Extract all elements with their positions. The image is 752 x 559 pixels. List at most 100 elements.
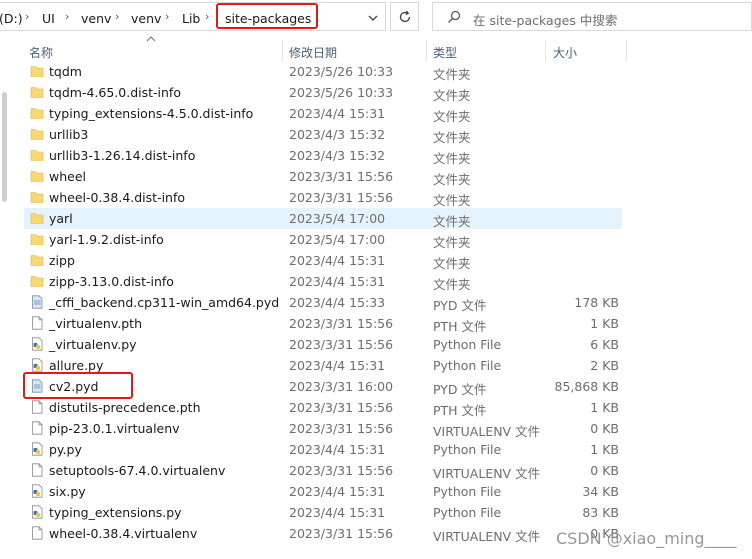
file-row[interactable]: zipp 2023/4/4 15:31 文件夹 <box>0 250 752 271</box>
folder-icon <box>30 190 44 204</box>
folder-icon <box>30 169 44 183</box>
file-row[interactable]: wheel-0.38.4.dist-info 2023/3/31 15:56 文件夹 <box>0 187 752 208</box>
file-row[interactable]: yarl-1.9.2.dist-info 2023/5/4 17:00 文件夹 <box>0 229 752 250</box>
file-row[interactable]: _virtualenv.pth 2023/3/31 15:56 PTH 文件 1 KB <box>0 313 752 334</box>
column-header-size[interactable]: 大小 <box>553 44 577 61</box>
chevron-right-icon[interactable]: › <box>115 10 119 23</box>
file-type: 文件夹 <box>433 235 471 250</box>
file-row[interactable]: pip-23.0.1.virtualenv 2023/3/31 15:56 VIRT… <box>0 418 752 439</box>
file-modified-date: 2023/4/4 15:31 <box>289 106 386 121</box>
file-row[interactable]: _virtualenv.py 2023/3/31 15:56 Python File… <box>0 334 752 355</box>
column-header-type[interactable]: 类型 <box>433 44 457 61</box>
breadcrumb-lib[interactable]: Lib <box>182 11 200 26</box>
file-row[interactable]: tqdm-4.65.0.dist-info 2023/5/26 10:33 文件夹 <box>0 82 752 103</box>
file-name: typing_extensions-4.5.0.dist-info <box>49 106 254 121</box>
folder-icon <box>30 274 44 288</box>
python-file-icon <box>30 358 44 372</box>
chevron-right-icon[interactable]: › <box>165 10 169 23</box>
file-type: PYD 文件 <box>433 298 487 313</box>
refresh-button[interactable] <box>390 2 419 31</box>
file-name: _virtualenv.py <box>49 337 137 352</box>
file-modified-date: 2023/3/31 15:56 <box>289 337 394 352</box>
file-type: 文件夹 <box>433 277 471 292</box>
file-size: 1 KB <box>590 316 619 331</box>
file-modified-date: 2023/4/4 15:31 <box>289 358 386 373</box>
file-type: Python File <box>433 337 502 352</box>
file-type: 文件夹 <box>433 214 471 229</box>
file-modified-date: 2023/4/3 15:32 <box>289 127 386 142</box>
file-modified-date: 2023/4/3 15:32 <box>289 148 386 163</box>
file-row[interactable]: urllib3 2023/4/3 15:32 文件夹 <box>0 124 752 145</box>
file-name: _virtualenv.pth <box>49 316 142 331</box>
file-name: wheel-0.38.4.virtualenv <box>49 526 198 541</box>
file-type: 文件夹 <box>433 130 471 145</box>
file-type: 文件夹 <box>433 67 471 82</box>
file-row[interactable]: tqdm 2023/5/26 10:33 文件夹 <box>0 61 752 82</box>
search-placeholder: 在 site-packages 中搜索 <box>473 13 618 28</box>
breadcrumb-drive[interactable]: (D:) <box>0 11 23 26</box>
python-file-icon <box>30 505 44 519</box>
blank-file-icon <box>30 421 44 435</box>
column-header-row: 名称 修改日期 类型 大小 <box>0 36 752 62</box>
file-type: Python File <box>433 484 502 499</box>
chevron-right-icon[interactable]: › <box>205 10 209 23</box>
column-header-date[interactable]: 修改日期 <box>289 44 337 61</box>
folder-icon <box>30 85 44 99</box>
file-modified-date: 2023/3/31 15:56 <box>289 400 394 415</box>
file-row[interactable]: urllib3-1.26.14.dist-info 2023/4/3 15:32 文… <box>0 145 752 166</box>
file-modified-date: 2023/4/4 15:33 <box>289 295 386 310</box>
file-row[interactable]: yarl 2023/5/4 17:00 文件夹 <box>0 208 752 229</box>
file-row[interactable]: typing_extensions-4.5.0.dist-info 2023/4/… <box>0 103 752 124</box>
file-size: 1 KB <box>590 442 619 457</box>
file-list: tqdm 2023/5/26 10:33 文件夹 tqdm-4.65.0.dist-i… <box>0 61 752 544</box>
folder-icon <box>30 64 44 78</box>
file-row[interactable]: wheel 2023/3/31 15:56 文件夹 <box>0 166 752 187</box>
chevron-right-icon[interactable]: › <box>25 10 29 23</box>
blank-file-icon <box>30 400 44 414</box>
file-modified-date: 2023/3/31 16:00 <box>289 379 394 394</box>
column-header-name[interactable]: 名称 <box>29 44 53 61</box>
file-name: wheel-0.38.4.dist-info <box>49 190 186 205</box>
watermark: CSDN @xiao_ming____ <box>556 529 737 548</box>
search-input[interactable]: 在 site-packages 中搜索 <box>432 2 752 31</box>
folder-icon <box>30 253 44 267</box>
file-row[interactable]: six.py 2023/4/4 15:31 Python File 34 KB <box>0 481 752 502</box>
chevron-right-icon[interactable]: › <box>65 10 69 23</box>
file-modified-date: 2023/4/4 15:31 <box>289 484 386 499</box>
chevron-down-icon[interactable] <box>367 12 379 24</box>
file-modified-date: 2023/5/4 17:00 <box>289 232 386 247</box>
file-type: VIRTUALENV 文件 <box>433 466 541 481</box>
file-modified-date: 2023/3/31 15:56 <box>289 316 394 331</box>
file-type: 文件夹 <box>433 109 471 124</box>
file-type: PYD 文件 <box>433 382 487 397</box>
file-name: yarl-1.9.2.dist-info <box>49 232 164 247</box>
breadcrumb-venv[interactable]: venv <box>81 11 111 26</box>
file-type: Python File <box>433 442 502 457</box>
file-modified-date: 2023/4/4 15:31 <box>289 253 386 268</box>
file-size: 6 KB <box>590 337 619 352</box>
file-type: PTH 文件 <box>433 403 487 418</box>
breadcrumb-venv[interactable]: venv <box>131 11 161 26</box>
column-divider[interactable] <box>626 40 627 62</box>
file-modified-date: 2023/3/31 15:56 <box>289 421 394 436</box>
file-row[interactable]: setuptools-67.4.0.virtualenv 2023/3/31 15… <box>0 460 752 481</box>
column-divider[interactable] <box>426 40 427 62</box>
file-name: wheel <box>49 169 86 184</box>
file-name: py.py <box>49 442 82 457</box>
address-bar[interactable]: (D:) › UI › venv › venv › Lib › site-pac… <box>0 2 386 31</box>
file-name: allure.py <box>49 358 104 373</box>
breadcrumb-ui[interactable]: UI <box>42 11 55 26</box>
file-name: zipp-3.13.0.dist-info <box>49 274 174 289</box>
file-row[interactable]: distutils-precedence.pth 2023/3/31 15:56 P… <box>0 397 752 418</box>
navigation-bar: (D:) › UI › venv › venv › Lib › site-pac… <box>0 0 752 34</box>
file-row[interactable]: _cffi_backend.cp311-win_amd64.pyd 2023/4/… <box>0 292 752 313</box>
file-row[interactable]: typing_extensions.py 2023/4/4 15:31 Python… <box>0 502 752 523</box>
column-divider[interactable] <box>545 40 546 62</box>
file-modified-date: 2023/3/31 15:56 <box>289 526 394 541</box>
file-row[interactable]: py.py 2023/4/4 15:31 Python File 1 KB <box>0 439 752 460</box>
file-row[interactable]: zipp-3.13.0.dist-info 2023/4/4 15:31 文件夹 <box>0 271 752 292</box>
file-type: PTH 文件 <box>433 319 487 334</box>
file-name: yarl <box>49 211 73 226</box>
file-type: 文件夹 <box>433 172 471 187</box>
column-divider[interactable] <box>282 40 283 62</box>
